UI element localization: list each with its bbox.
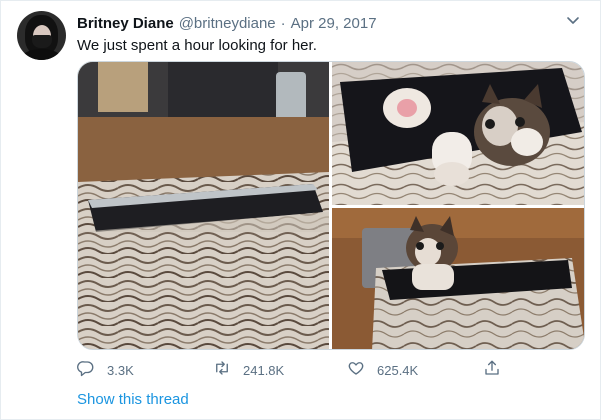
avatar[interactable] xyxy=(17,11,66,60)
reply-count: 3.3K xyxy=(107,362,134,378)
author-handle[interactable]: @britneydiane xyxy=(179,15,276,32)
retweet-count: 241.8K xyxy=(243,362,285,378)
photo-kitten-box[interactable] xyxy=(332,208,584,349)
heart-icon xyxy=(347,359,365,382)
tweet-card[interactable]: Britney Diane @britneydiane · Apr 29, 20… xyxy=(0,0,601,420)
photo-tissue-box[interactable] xyxy=(78,62,329,349)
tweet-date[interactable]: Apr 29, 2017 xyxy=(291,15,377,32)
retweet-icon xyxy=(213,359,231,382)
media-grid[interactable] xyxy=(77,61,585,350)
like-count: 625.4K xyxy=(377,362,419,378)
avatar-mask xyxy=(32,35,52,48)
tweet-header: Britney Diane @britneydiane · Apr 29, 20… xyxy=(77,13,377,33)
header-separator: · xyxy=(280,14,286,32)
author-name[interactable]: Britney Diane xyxy=(77,15,174,32)
like-button[interactable]: 625.4K xyxy=(347,359,418,381)
reply-icon xyxy=(77,359,95,382)
photo-kitten-paw[interactable] xyxy=(332,62,584,205)
chevron-down-icon[interactable] xyxy=(566,13,580,27)
reply-button[interactable]: 3.3K xyxy=(77,359,134,381)
show-thread-link[interactable]: Show this thread xyxy=(77,391,189,408)
retweet-button[interactable]: 241.8K xyxy=(213,359,284,381)
tweet-actions: 3.3K 241.8K 625.4K xyxy=(77,359,507,381)
avatar-shoulders xyxy=(21,49,62,60)
share-button[interactable] xyxy=(483,359,501,381)
tweet-text: We just spent a hour looking for her. xyxy=(77,37,317,54)
share-icon xyxy=(483,359,501,382)
